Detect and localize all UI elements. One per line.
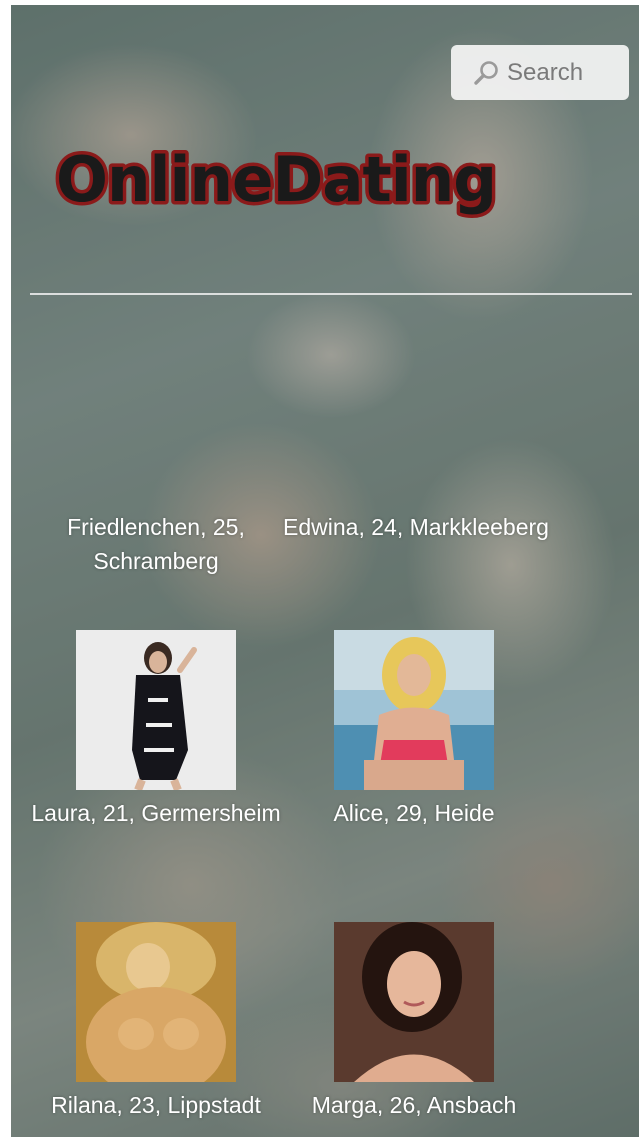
profile-caption[interactable]: Edwina, 24, Markkleeberg [271, 510, 561, 544]
profile-caption[interactable]: Alice, 29, Heide [269, 796, 559, 830]
search-input[interactable] [507, 58, 627, 87]
profile-card[interactable]: Marga, 26, Ansbach [269, 922, 559, 1122]
profile-card[interactable]: Friedlenchen, 25, Schramberg [11, 510, 301, 578]
profile-card[interactable]: Laura, 21, Germersheim [11, 630, 301, 830]
page: OnlineDating Friedlenchen, 25, Schramber… [11, 5, 639, 1137]
profile-card[interactable]: Edwina, 24, Markkleeberg [271, 510, 561, 544]
profile-photo[interactable] [334, 922, 494, 1082]
search-box[interactable] [451, 45, 629, 100]
profile-card[interactable]: Alice, 29, Heide [269, 630, 559, 830]
header: OnlineDating [11, 5, 639, 295]
profile-caption[interactable]: Friedlenchen, 25, Schramberg [11, 510, 301, 578]
search-icon [474, 60, 498, 85]
profile-photo[interactable] [76, 630, 236, 790]
svg-text:OnlineDating: OnlineDating [56, 143, 496, 216]
profile-caption[interactable]: Rilana, 23, Lippstadt [11, 1088, 301, 1122]
profile-card[interactable]: Rilana, 23, Lippstadt [11, 922, 301, 1122]
profile-caption[interactable]: Laura, 21, Germersheim [11, 796, 301, 830]
profile-caption[interactable]: Marga, 26, Ansbach [269, 1088, 559, 1122]
profile-photo[interactable] [76, 922, 236, 1082]
header-divider [30, 293, 632, 295]
site-logo[interactable]: OnlineDating [44, 123, 504, 233]
profile-photo[interactable] [334, 630, 494, 790]
